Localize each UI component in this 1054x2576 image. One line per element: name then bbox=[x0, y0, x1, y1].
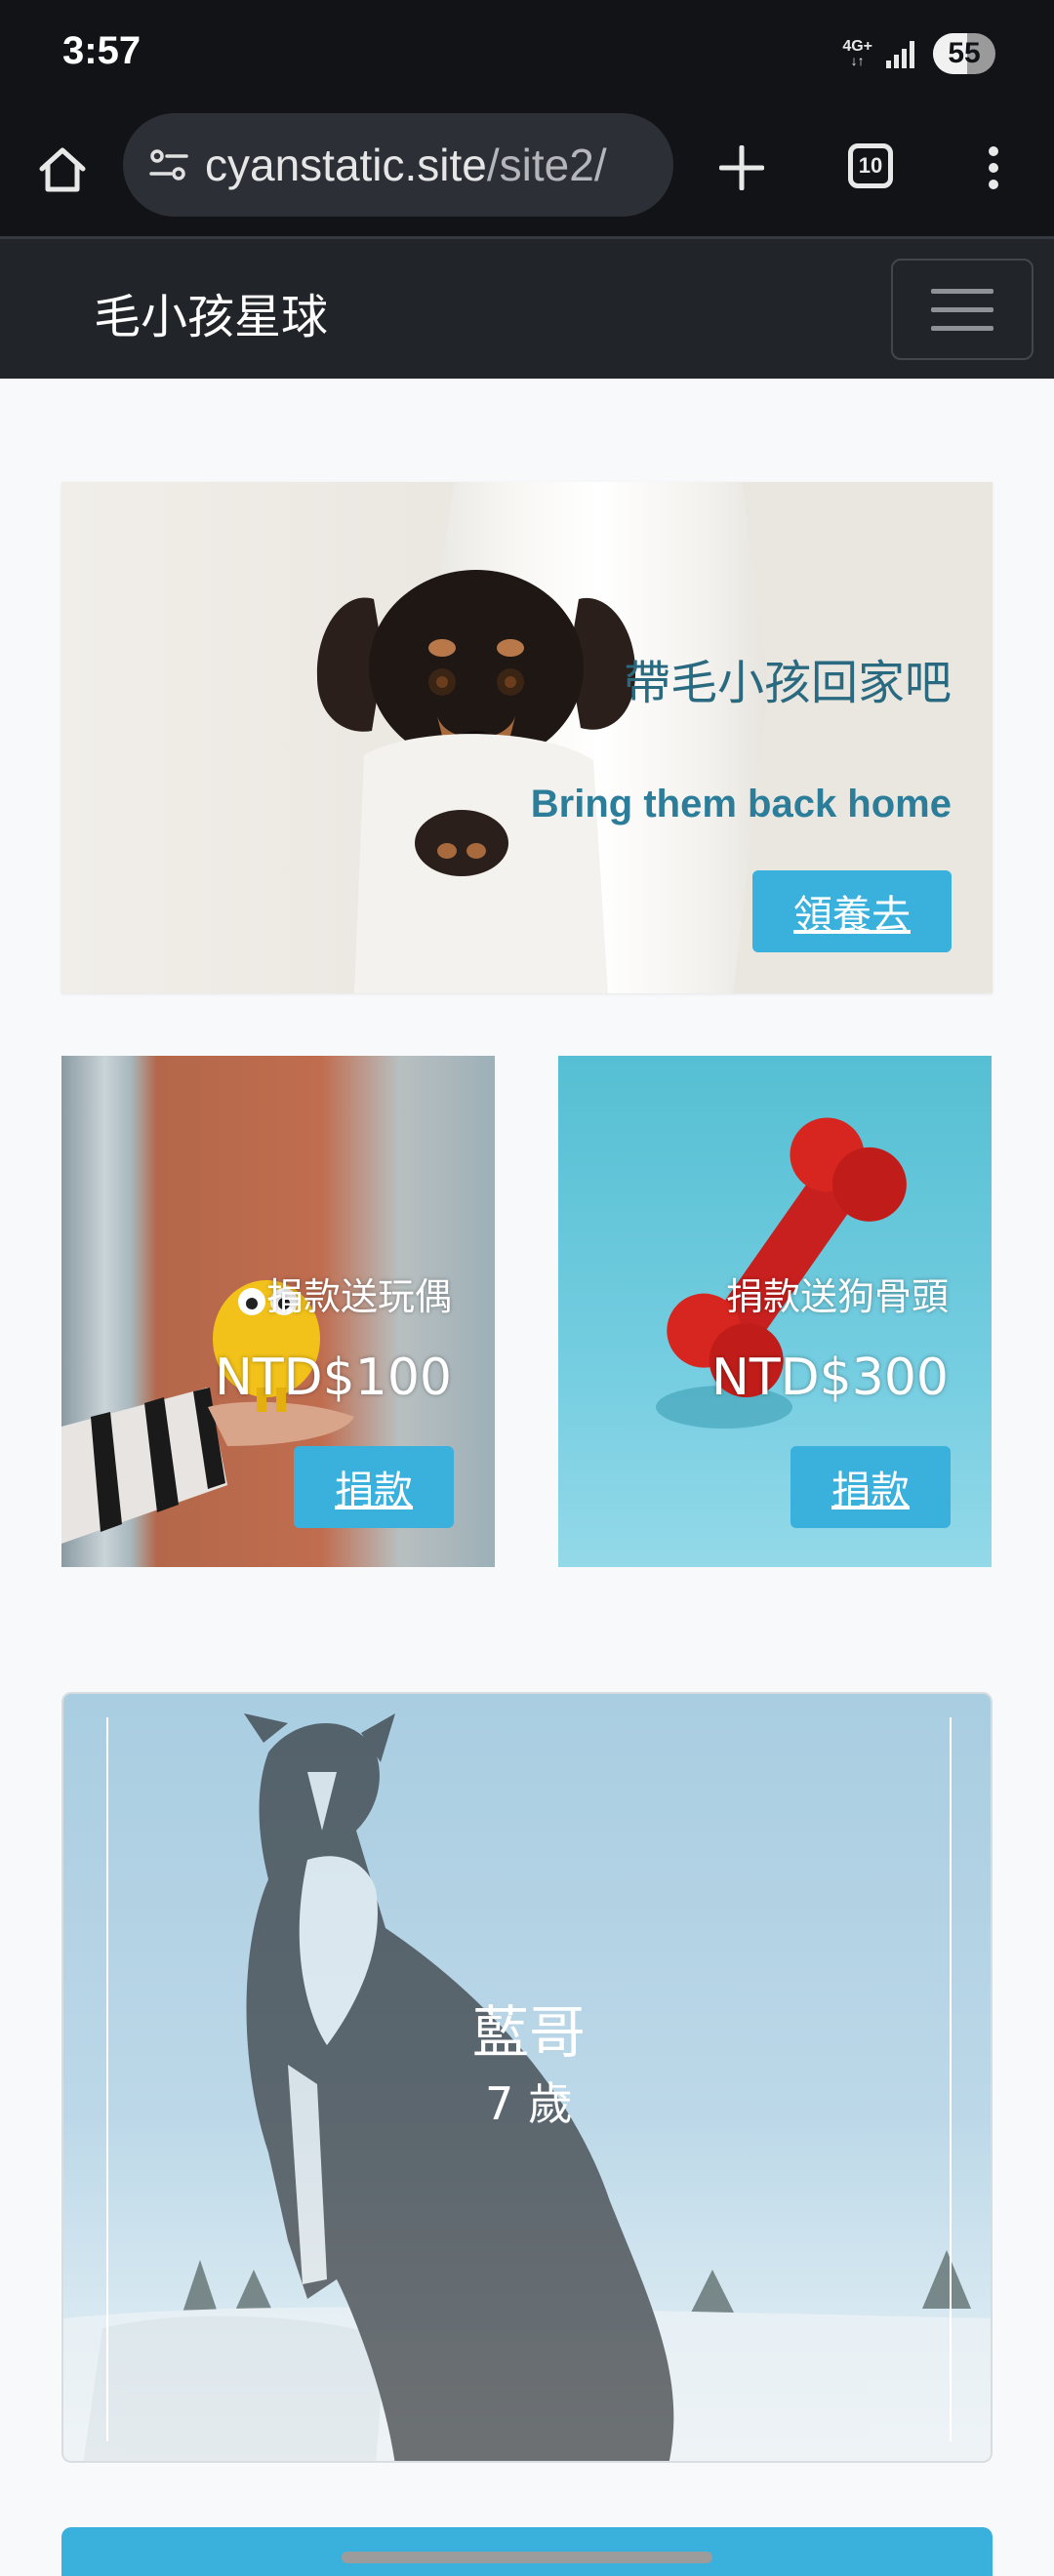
nav-toggle-button[interactable] bbox=[891, 259, 1034, 360]
status-icons: 4G+ ↓↑ 55 bbox=[842, 29, 995, 78]
network-type: 4G+ bbox=[842, 38, 872, 55]
plus-icon bbox=[719, 145, 764, 190]
signal-icon bbox=[886, 41, 914, 68]
kebab-menu-icon bbox=[989, 146, 998, 189]
url-text[interactable]: cyanstatic.site/site2/ bbox=[205, 139, 634, 191]
tab-switcher-button[interactable]: 10 bbox=[839, 135, 902, 197]
hamburger-icon bbox=[931, 288, 993, 294]
hero-banner: 帶毛小孩回家吧 Bring them back home 領養去 bbox=[61, 482, 993, 993]
new-tab-button[interactable] bbox=[707, 133, 777, 203]
url-domain: cyanstatic.site bbox=[205, 140, 487, 190]
browser-toolbar: cyanstatic.site/site2/ 10 bbox=[0, 107, 1054, 236]
site-brand[interactable]: 毛小孩星球 bbox=[94, 278, 328, 346]
gift-label: 捐款送狗骨頭 bbox=[725, 1275, 949, 1318]
status-bar: 3:57 4G+ ↓↑ 55 bbox=[0, 0, 1054, 107]
site-info-button[interactable] bbox=[144, 141, 193, 189]
gift-card-toy: 捐款送玩偶 NTD$100 捐款 bbox=[61, 1056, 495, 1567]
battery-level: 55 bbox=[948, 37, 981, 69]
home-button[interactable] bbox=[29, 137, 96, 203]
adopt-button[interactable]: 領養去 bbox=[752, 870, 952, 952]
url-path: /site2/ bbox=[486, 140, 607, 190]
status-time: 3:57 bbox=[62, 29, 142, 72]
gift-card-bone: 捐款送狗骨頭 NTD$300 捐款 bbox=[558, 1056, 992, 1567]
pet-card[interactable]: 藍哥 7 歲 bbox=[61, 1692, 993, 2463]
address-bar[interactable]: cyanstatic.site/site2/ bbox=[123, 113, 673, 217]
home-icon bbox=[39, 147, 86, 192]
hero-title: 帶毛小孩回家吧 bbox=[623, 656, 952, 710]
donate-button[interactable]: 捐款 bbox=[294, 1446, 454, 1528]
data-arrows-icon: ↓↑ bbox=[850, 53, 865, 68]
donate-button[interactable]: 捐款 bbox=[790, 1446, 951, 1528]
battery-icon: 55 bbox=[933, 33, 995, 74]
pet-name: 藍哥 bbox=[471, 1999, 586, 2066]
network-indicator: 4G+ ↓↑ bbox=[842, 38, 872, 68]
gift-price: NTD$100 bbox=[214, 1348, 452, 1407]
hero-subtitle: Bring them back home bbox=[530, 783, 952, 825]
tune-icon bbox=[149, 149, 188, 181]
gesture-nav-bar[interactable] bbox=[342, 2552, 712, 2563]
gift-label: 捐款送玩偶 bbox=[265, 1275, 452, 1318]
gift-price: NTD$300 bbox=[710, 1348, 949, 1407]
browser-menu-button[interactable] bbox=[966, 133, 1021, 203]
pet-age: 7 歲 bbox=[485, 2077, 573, 2130]
tab-switcher-icon: 10 bbox=[848, 143, 893, 188]
site-navbar: 毛小孩星球 bbox=[0, 236, 1054, 379]
